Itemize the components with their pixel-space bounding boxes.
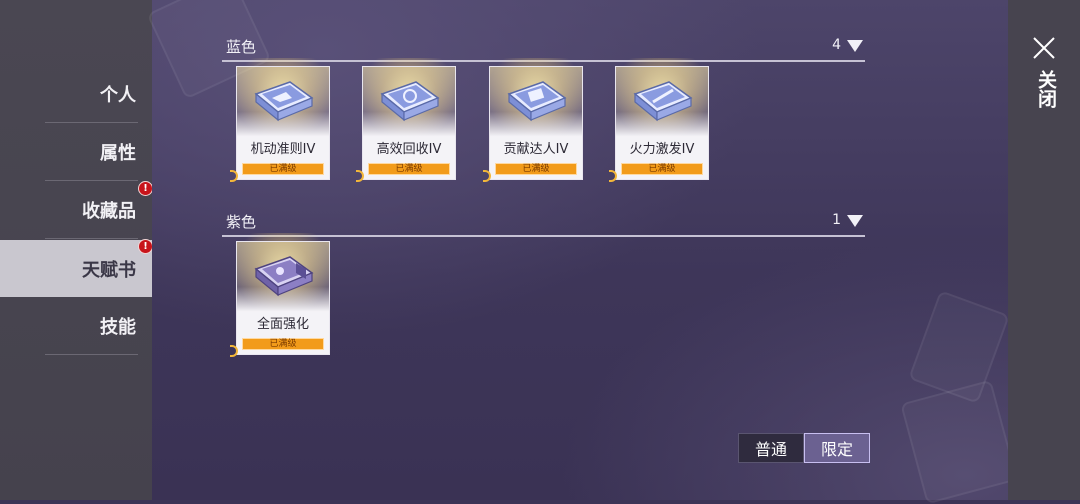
sidebar-item-label: 属性 (100, 143, 136, 164)
collapse-triangle-icon[interactable] (847, 40, 863, 52)
sidebar-item-label: 技能 (100, 317, 136, 338)
max-level-badge: 已满级 (621, 163, 703, 175)
talent-book-card[interactable]: 火力激发IV 已满级 (609, 58, 715, 182)
alert-badge-icon: ! (138, 181, 153, 196)
blue-book-icon (380, 81, 440, 122)
purple-book-icon (254, 256, 314, 297)
section-title: 紫色 (226, 213, 257, 231)
close-icon[interactable] (1032, 36, 1056, 60)
hook-icon (609, 170, 617, 182)
card-label: 机动准则IV (250, 142, 316, 157)
talent-book-card[interactable]: 高效回收IV 已满级 (356, 58, 462, 182)
right-panel: 关闭 (1008, 0, 1080, 500)
card-label: 高效回收IV (376, 142, 442, 157)
max-level-badge: 已满级 (368, 163, 450, 175)
sidebar-item-skills[interactable]: 技能 (45, 298, 138, 355)
close-button[interactable]: 关闭 (1035, 70, 1058, 108)
section-count: 4 (832, 37, 841, 53)
card-label: 贡献达人IV (503, 142, 569, 157)
sidebar-item-label: 收藏品 (82, 201, 136, 222)
hook-icon (483, 170, 491, 182)
collapse-triangle-icon[interactable] (847, 215, 863, 227)
sidebar: 个人 属性 收藏品 ! 天赋书 ! 技能 (0, 0, 153, 500)
card-label: 全面强化 (256, 317, 309, 332)
blue-book-icon (633, 81, 693, 122)
sidebar-item-label: 天赋书 (82, 259, 136, 281)
sidebar-item-personal[interactable]: 个人 (45, 66, 138, 123)
max-level-badge: 已满级 (242, 338, 324, 350)
sidebar-item-talent-books[interactable]: 天赋书 (0, 240, 152, 297)
background-book-decoration (900, 379, 1018, 504)
talent-book-card[interactable]: 机动准则IV 已满级 (230, 58, 336, 182)
sidebar-item-label: 个人 (100, 85, 136, 106)
hook-icon (356, 170, 364, 182)
talent-book-card[interactable]: 全面强化 已满级 (230, 233, 336, 357)
section-title: 蓝色 (226, 38, 257, 56)
max-level-badge: 已满级 (495, 163, 577, 175)
card-label: 火力激发IV (629, 142, 695, 157)
filter-normal-button[interactable]: 普通 (738, 433, 804, 463)
sidebar-item-collectibles[interactable]: 收藏品 (45, 182, 138, 239)
filter-limited-button[interactable]: 限定 (804, 433, 870, 463)
sidebar-item-attributes[interactable]: 属性 (45, 124, 138, 181)
background-book-decoration (908, 290, 1010, 404)
section-count: 1 (832, 212, 841, 228)
talent-book-panel: 蓝色 4 机动准则IV 已满级 高效回收IV 已满级 贡献达人IV 已满级 火力… (146, 0, 1018, 504)
alert-badge-icon: ! (138, 239, 153, 254)
blue-book-icon (254, 81, 314, 122)
hook-icon (230, 170, 238, 182)
talent-book-card[interactable]: 贡献达人IV 已满级 (483, 58, 589, 182)
max-level-badge: 已满级 (242, 163, 324, 175)
hook-icon (230, 345, 238, 357)
blue-book-icon (507, 81, 567, 122)
